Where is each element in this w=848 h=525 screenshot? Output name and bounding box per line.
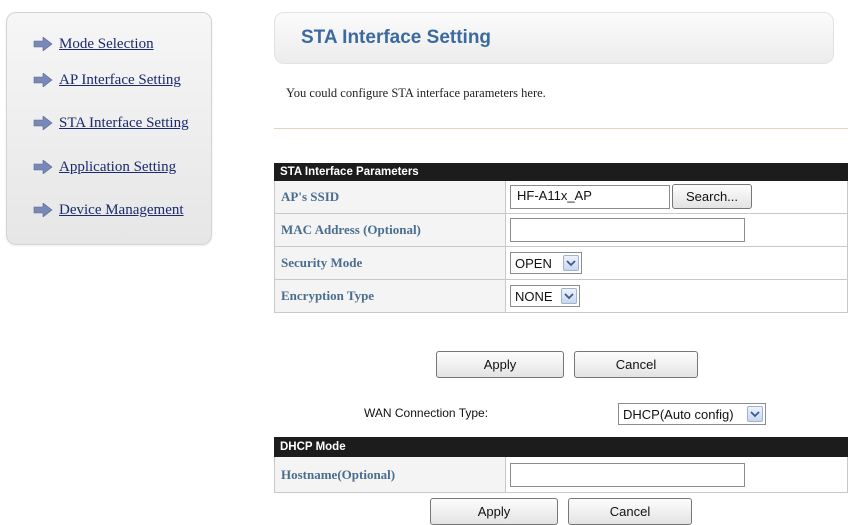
sidebar-item-label: Application Setting: [59, 158, 177, 175]
sidebar-item-label: AP Interface Setting: [59, 71, 181, 88]
ssid-row: AP's SSID HF-A11x_AP Search...: [274, 181, 848, 214]
encryption-type-select[interactable]: NONE: [510, 285, 580, 307]
hostname-input[interactable]: [510, 463, 745, 487]
arrow-right-icon: [33, 37, 53, 51]
sidebar-item-mode-selection[interactable]: Mode Selection: [33, 33, 154, 55]
security-label: Security Mode: [275, 247, 506, 279]
ssid-label: AP's SSID: [275, 181, 506, 213]
security-row: Security Mode OPEN: [274, 247, 848, 280]
encryption-row: Encryption Type NONE: [274, 280, 848, 313]
security-mode-select[interactable]: OPEN: [510, 252, 582, 274]
arrow-right-icon: [33, 203, 53, 217]
mac-label: MAC Address (Optional): [275, 214, 506, 246]
security-mode-value: OPEN: [515, 255, 552, 271]
dhcp-mode-header: DHCP Mode: [274, 437, 848, 457]
arrow-right-icon: [33, 160, 53, 174]
encryption-label: Encryption Type: [275, 280, 506, 312]
sidebar-item-label: Device Management: [59, 201, 184, 218]
wan-connection-value: DHCP(Auto config): [623, 406, 734, 422]
hostname-label: Hostname(Optional): [275, 457, 506, 492]
wan-connection-label: WAN Connection Type:: [364, 406, 489, 420]
arrow-right-icon: [33, 73, 53, 87]
sta-params-header: STA Interface Parameters: [274, 163, 848, 181]
hostname-row: Hostname(Optional): [274, 457, 848, 493]
chevron-down-icon[interactable]: [561, 288, 577, 304]
divider: [274, 128, 848, 129]
sidebar-item-label: STA Interface Setting: [59, 114, 189, 131]
search-button[interactable]: Search...: [672, 184, 752, 209]
sidebar-item-ap-interface[interactable]: AP Interface Setting: [33, 69, 181, 91]
wan-connection-select[interactable]: DHCP(Auto config): [618, 403, 766, 425]
sta-cancel-button[interactable]: Cancel: [574, 351, 698, 378]
mac-row: MAC Address (Optional): [274, 214, 848, 247]
mac-address-input[interactable]: [510, 218, 745, 242]
chevron-down-icon[interactable]: [747, 406, 763, 422]
sidebar-item-application[interactable]: Application Setting: [33, 156, 176, 178]
sta-apply-button[interactable]: Apply: [436, 351, 564, 378]
page-title-panel: STA Interface Setting: [274, 12, 834, 64]
page-title: STA Interface Setting: [301, 27, 492, 48]
page-description: You could configure STA interface parame…: [286, 86, 546, 100]
encryption-type-value: NONE: [515, 288, 553, 304]
sidebar-nav: Mode Selection AP Interface Setting STA …: [6, 12, 212, 245]
sidebar-item-label: Mode Selection: [59, 35, 154, 52]
ssid-input[interactable]: HF-A11x_AP: [510, 185, 670, 209]
sidebar-item-device-management[interactable]: Device Management: [33, 199, 184, 221]
chevron-down-icon[interactable]: [563, 255, 579, 271]
sidebar-item-sta-interface[interactable]: STA Interface Setting: [33, 112, 189, 134]
dhcp-cancel-button[interactable]: Cancel: [568, 498, 692, 525]
arrow-right-icon: [33, 116, 53, 130]
dhcp-apply-button[interactable]: Apply: [430, 498, 558, 525]
